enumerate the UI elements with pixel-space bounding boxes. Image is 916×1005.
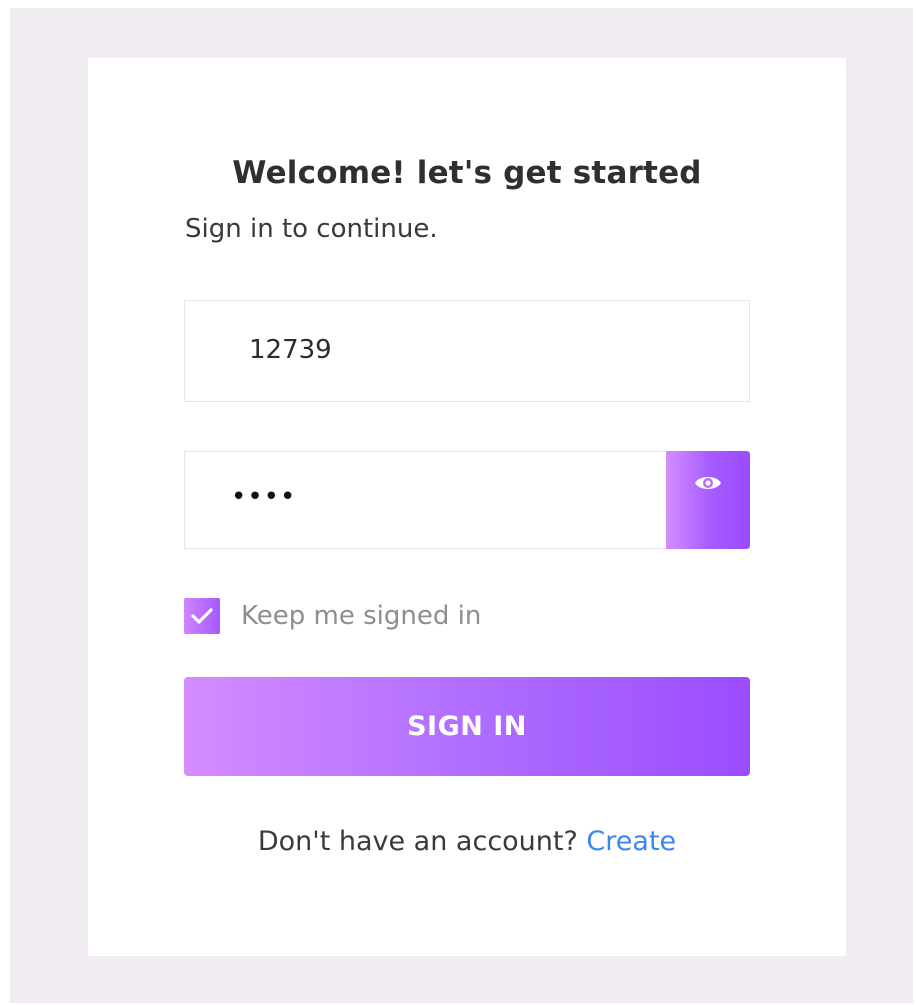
username-value: 12739 (249, 335, 332, 365)
password-value: •••• (231, 482, 297, 512)
keep-signed-in-checkbox[interactable] (184, 598, 220, 634)
show-password-button[interactable] (666, 451, 750, 549)
page-subtitle: Sign in to continue. (185, 214, 438, 244)
signup-prompt-text: Don't have an account? (257, 826, 578, 857)
create-account-link[interactable]: Create (586, 826, 676, 857)
page-title: Welcome! let's get started (232, 155, 702, 191)
keep-signed-in-label[interactable]: Keep me signed in (241, 601, 481, 631)
username-field[interactable]: 12739 (184, 300, 750, 402)
sign-in-button[interactable]: SIGN IN (184, 677, 750, 776)
signup-prompt: Don't have an account? Create (0, 826, 916, 857)
eye-icon (694, 473, 722, 493)
checkmark-icon (191, 607, 213, 625)
